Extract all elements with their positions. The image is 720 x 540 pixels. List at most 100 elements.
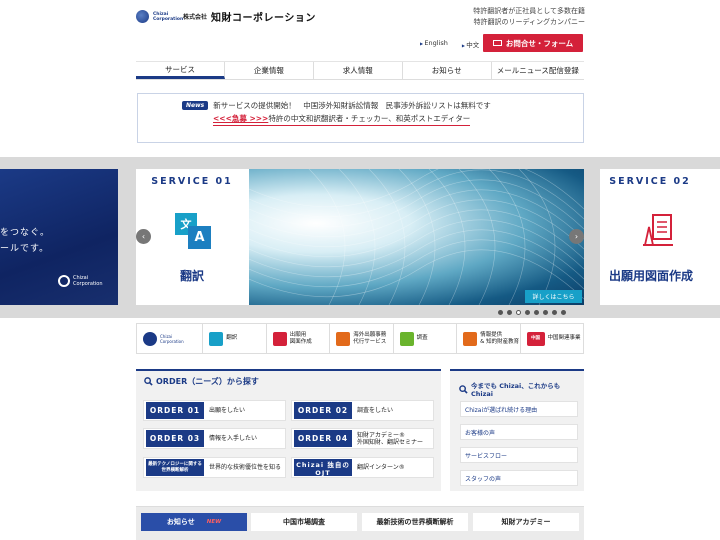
lang-english-link[interactable]: English <box>420 39 447 49</box>
slider-next-button[interactable]: › <box>569 229 584 244</box>
service-bar-label: 出願用 図面作成 <box>289 331 312 345</box>
search-icon <box>459 384 468 394</box>
tab-news[interactable]: お知らせ NEW <box>141 513 247 531</box>
translation-icon <box>209 331 224 346</box>
bulb-icon <box>399 331 414 346</box>
recruit-row[interactable]: <<<急募 >>>特許の中文和訳翻訳者・チェッカー、和英ポストエディター <box>213 113 471 126</box>
chizai-heading: 今までも Chizai、これからも Chizai <box>459 380 584 398</box>
service-bar-item[interactable]: 中国 中国関連事業 <box>521 324 583 353</box>
main-nav: サービス 企業情報 求人情報 お知らせ メールニュース配信登録 <box>136 61 584 80</box>
order-label: 最新テクノロジーに関する 世界横断解析 <box>146 459 204 476</box>
service-bar-label: 中国関連事業 <box>547 335 581 341</box>
order-text: 情報を入手したい <box>209 435 258 442</box>
urgent-label: <<<急募 >>> <box>213 114 269 123</box>
service-bar: Chizai Corporation 翻訳 出願用 図面作成 海外出願事務 代行サービス 調… <box>136 323 584 354</box>
slide-peek-text1: をつなぐ。 <box>0 228 51 238</box>
slider-dot[interactable] <box>552 310 557 315</box>
china-icon: 中国 <box>526 331 545 346</box>
order-label: ORDER 02 <box>294 402 352 419</box>
slider-dot[interactable] <box>507 310 512 315</box>
service-bar-item[interactable]: Chizai Corporation <box>137 324 204 353</box>
contact-form-button[interactable]: お問合せ・フォーム <box>483 34 583 52</box>
service-bar-label: 海外出願事務 代行サービス <box>353 331 387 345</box>
slider-prev-button[interactable]: ‹ <box>136 229 151 244</box>
nav-tab-news[interactable]: お知らせ <box>403 62 492 79</box>
chizai-link[interactable]: お客様の声 <box>460 424 578 440</box>
chizai-section: 今までも Chizai、これからも Chizai Chizaiが選ばれ続ける理由… <box>450 369 584 491</box>
new-badge: NEW <box>206 519 222 525</box>
language-switcher: English 中文 <box>420 39 479 49</box>
bottom-tabs: お知らせ NEW 中国市場調査 最新技術の世界横断解析 知財アカデミー <box>136 506 584 540</box>
nav-tab-mail-news[interactable]: メールニュース配信登録 <box>492 62 584 79</box>
order-text: 出願をしたい <box>209 407 246 414</box>
tab-academy[interactable]: 知財アカデミー <box>473 513 579 531</box>
more-details-button[interactable]: 詳しくはこちら <box>525 290 582 303</box>
order-section: ORDER（ニーズ）から探す ORDER 01 出願をしたい ORDER 02 調査を… <box>136 369 441 491</box>
order-text: 調査をしたい <box>357 407 394 414</box>
order-label: ORDER 04 <box>294 430 352 447</box>
logo-name: 知財コーポレーション <box>211 13 316 24</box>
news-line1-link[interactable]: 新サービスの提供開始！ 中国渉外知財訴訟情報 民事渉外訴訟リストは無料です <box>213 100 491 111</box>
slider-dots <box>498 310 566 315</box>
chizai-logo-icon <box>136 10 149 23</box>
translation-icon: 文 A <box>175 213 211 249</box>
drawing-icon <box>643 214 673 246</box>
service-bar-item[interactable]: 出願用 図面作成 <box>267 324 331 353</box>
nav-tab-recruit[interactable]: 求人情報 <box>314 62 403 79</box>
nav-tab-company[interactable]: 企業情報 <box>225 62 314 79</box>
order-text: 世界的な技術優位性を知る <box>209 464 282 471</box>
chizai-link[interactable]: サービスフロー <box>460 447 578 463</box>
education-icon <box>463 331 478 346</box>
previous-slide-peek[interactable]: をつなぐ。 ールです。 Chizai Corporation <box>0 169 118 305</box>
tagline-line2: 特許翻訳のリーディングカンパニー <box>473 18 585 26</box>
slide-peek-logo-text: Chizai Corporation <box>73 275 103 287</box>
order-item[interactable]: ORDER 01 出願をしたい <box>143 400 286 421</box>
slider-dot[interactable] <box>534 310 539 315</box>
order-heading: ORDER（ニーズ）から探す <box>144 376 259 387</box>
service-01-panel[interactable]: SERVICE 01 文 A 翻訳 <box>136 169 248 305</box>
order-item[interactable]: Chizai 独自のOJT 翻訳インターン® <box>291 457 434 478</box>
order-text: 知財アカデミー® 外国知財、翻訳セミナー <box>357 431 424 446</box>
slider-dot[interactable] <box>543 310 548 315</box>
order-item[interactable]: 最新テクノロジーに関する 世界横断解析 世界的な技術優位性を知る <box>143 457 286 478</box>
service-bar-item[interactable]: 翻訳 <box>203 324 267 353</box>
tab-news-label: お知らせ <box>166 518 195 526</box>
chizai-link[interactable]: Chizaiが選ばれ続ける理由 <box>460 401 578 417</box>
tab-tech-analysis[interactable]: 最新技術の世界横断解析 <box>362 513 468 531</box>
drawing-icon <box>272 331 287 346</box>
chizai-link[interactable]: スタッフの声 <box>460 470 578 486</box>
service-01-title: SERVICE 01 <box>151 176 233 187</box>
slider-dot[interactable] <box>498 310 503 315</box>
slider-dot[interactable] <box>516 310 521 315</box>
order-item[interactable]: ORDER 04 知財アカデミー® 外国知財、翻訳セミナー <box>291 428 434 449</box>
service-bar-item[interactable]: 調査 <box>394 324 458 353</box>
slider-dot[interactable] <box>561 310 566 315</box>
service-bar-item[interactable]: 海外出願事務 代行サービス <box>330 324 394 353</box>
logo-kk-text: 株式会社 <box>183 14 208 21</box>
translation-icon-target: A <box>188 226 211 249</box>
order-item[interactable]: ORDER 02 調査をしたい <box>291 400 434 421</box>
news-tag: News <box>182 101 209 110</box>
service-bar-label: 翻訳 <box>226 335 238 341</box>
slider-dot[interactable] <box>525 310 530 315</box>
order-text: 翻訳インターン® <box>357 464 405 471</box>
lang-chinese-link[interactable]: 中文 <box>462 39 479 49</box>
service-02-panel[interactable]: SERVICE 02 出願用図面作成 <box>600 169 720 305</box>
chizai-logo-icon <box>143 331 157 346</box>
wave-pattern <box>249 169 584 305</box>
recruit-text: 特許の中文和訳翻訳者・チェッカー、和英ポストエディター <box>268 114 471 123</box>
envelope-icon <box>492 40 502 46</box>
nav-tab-service[interactable]: サービス <box>136 62 225 79</box>
hero-image <box>249 169 584 305</box>
tagline: 特許翻訳者が正社員として多数在籍 特許翻訳のリーディングカンパニー <box>473 6 585 28</box>
company-logo[interactable]: Chizai Corporation 株式会社 知財コーポレーション <box>136 9 316 24</box>
order-label: Chizai 独自のOJT <box>294 459 352 477</box>
search-icon <box>144 377 153 386</box>
service-bar-item[interactable]: 情報提供 & 知的財産教育 <box>457 324 521 353</box>
service-01-name: 翻訳 <box>179 269 204 283</box>
tab-china-market[interactable]: 中国市場調査 <box>251 513 357 531</box>
chizai-title: 今までも Chizai、これからも Chizai <box>470 382 561 398</box>
chizai-logo-icon <box>58 275 70 287</box>
news-box: News 新サービスの提供開始！ 中国渉外知財訴訟情報 民事渉外訴訟リストは無料… <box>137 93 584 143</box>
order-item[interactable]: ORDER 03 情報を入手したい <box>143 428 286 449</box>
